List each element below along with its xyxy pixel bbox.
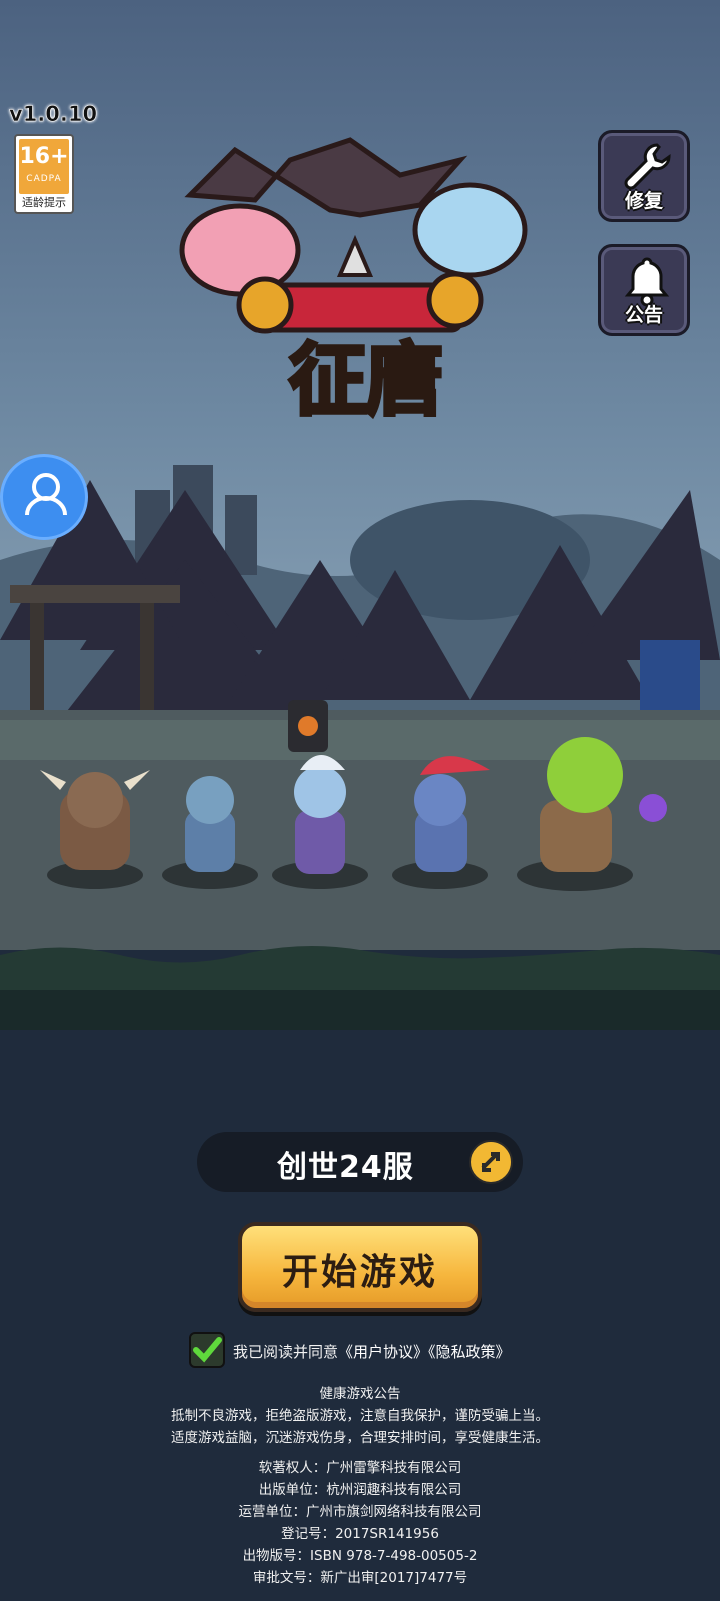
credit-approval: 审批文号：新广出审[2017]7477号 [252, 1570, 468, 1586]
start-game-button[interactable]: 开始游戏 [238, 1222, 482, 1312]
credit-copyright: 软著权人：广州雷擎科技有限公司 [258, 1460, 462, 1476]
game-logo-title: 征唐 [287, 334, 445, 428]
repair-button[interactable]: 修复 [598, 130, 690, 222]
age-rating-tip: 适龄提示 [22, 196, 66, 209]
server-name: 创世24服 [277, 1150, 414, 1185]
credit-isbn: 出物版号：ISBN 978-7-498-00505-2 [242, 1548, 478, 1564]
server-selector[interactable]: 创世24服 [197, 1132, 523, 1192]
hero-troll [185, 776, 235, 872]
age-rating-org: CADPA [26, 174, 62, 184]
age-rating-number: 16+ [19, 144, 69, 169]
age-rating-badge[interactable]: 16+ CADPA 适龄提示 [14, 134, 74, 214]
announcement-button[interactable]: 公告 [598, 244, 690, 336]
privacy-policy-link[interactable]: 《隐私政策》 [428, 1343, 511, 1361]
agreement-row: 我已阅读并同意《用户协议》《隐私政策》 [189, 1332, 549, 1370]
repair-label: 修复 [624, 190, 663, 212]
start-game-label: 开始游戏 [281, 1252, 438, 1293]
health-notice-title: 健康游戏公告 [319, 1386, 401, 1402]
checkmark-icon [193, 1337, 222, 1363]
credit-operator: 运营单位：广州市旗剑网络科技有限公司 [238, 1504, 482, 1520]
health-notice-line1: 抵制不良游戏，拒绝盗版游戏，注意自我保护，谨防受骗上当。 [171, 1408, 549, 1424]
credit-publisher: 出版单位：杭州润趣科技有限公司 [258, 1482, 462, 1498]
version-label: v1.0.10 [9, 102, 98, 127]
user-agreement-link[interactable]: 《用户协议》 [338, 1343, 428, 1361]
health-notice-line2: 适度游戏益脑，沉迷游戏伤身，合理安排时间，享受健康生活。 [171, 1430, 549, 1446]
user-icon [25, 473, 67, 516]
switch-server-icon[interactable] [469, 1140, 513, 1184]
agreement-prefix: 我已阅读并同意 [233, 1343, 339, 1361]
agreement-checkbox[interactable] [189, 1332, 225, 1368]
user-account-button[interactable] [0, 454, 88, 540]
credit-registration: 登记号：2017SR141956 [281, 1526, 439, 1542]
announcement-label: 公告 [624, 304, 663, 326]
